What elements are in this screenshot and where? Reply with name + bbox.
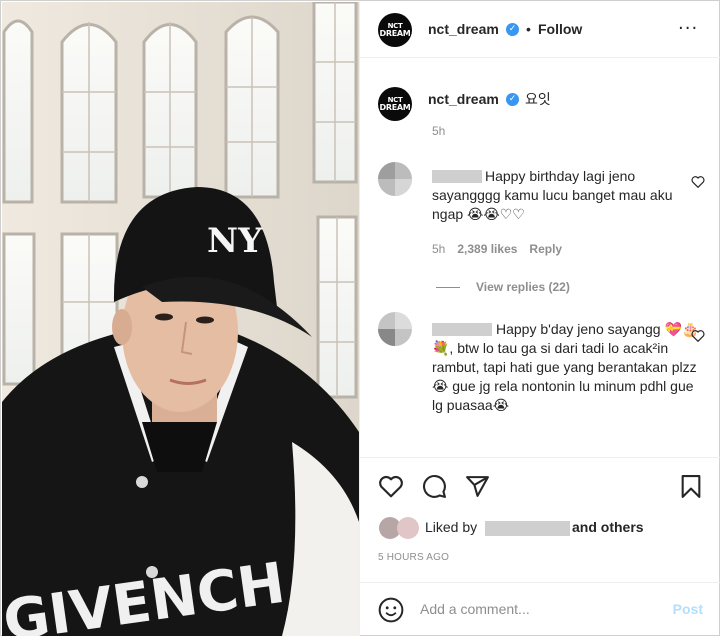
and-others-link[interactable]: and others (572, 519, 644, 535)
bookmark-icon[interactable] (680, 474, 702, 499)
comment-meta: 5h 2,389 likes Reply (432, 242, 562, 256)
post-actions (360, 457, 720, 517)
liked-by-label: Liked by (425, 519, 478, 535)
like-heart-icon[interactable] (378, 474, 404, 498)
caption-username[interactable]: nct_dream (428, 91, 499, 107)
comment-text: Happy b'day jeno sayangg 💝🎂💐, btw lo tau… (432, 321, 700, 413)
instagram-post-window: NY GIVENCH NCT DREAM nct_dream ✓ • Follo… (0, 0, 720, 636)
blurred-avatar-image (378, 162, 412, 196)
comment-avatar[interactable] (378, 312, 412, 346)
comment-like-heart-icon[interactable] (691, 329, 705, 342)
post-photo[interactable]: NY GIVENCH (2, 2, 359, 636)
header-username[interactable]: nct_dream (428, 21, 499, 37)
liked-by-username-blurred[interactable] (485, 521, 570, 536)
photo-illustration: NY GIVENCH (2, 2, 359, 636)
comment-text: Happy birthday lagi jeno sayangggg kamu … (432, 168, 673, 222)
caption-time[interactable]: 5h (432, 124, 445, 138)
comment-icon[interactable] (422, 474, 447, 499)
verified-badge-icon: ✓ (506, 23, 519, 36)
profile-avatar[interactable]: NCT DREAM (378, 13, 412, 47)
liked-by-avatars[interactable] (378, 516, 420, 540)
comment-likes[interactable]: 2,389 likes (457, 242, 517, 256)
verified-badge-icon: ✓ (506, 93, 519, 106)
caption-text: 요잇 (525, 92, 551, 108)
reply-button[interactable]: Reply (529, 242, 562, 256)
more-options-icon[interactable]: ··· (678, 18, 698, 39)
add-comment-bar: Add a comment... Post (360, 582, 720, 636)
post-comment-button[interactable]: Post (673, 601, 703, 617)
post-header: NCT DREAM nct_dream ✓ • Follow ··· (360, 2, 720, 58)
blurred-avatar-image (378, 312, 412, 346)
comment-time[interactable]: 5h (432, 242, 445, 256)
add-comment-input[interactable]: Add a comment... (420, 601, 530, 617)
comment-like-heart-icon[interactable] (691, 175, 705, 188)
svg-text:NY: NY (207, 221, 263, 261)
caption-avatar[interactable]: NCT DREAM (378, 87, 412, 121)
view-replies-button[interactable]: View replies (22) (436, 280, 570, 294)
emoji-icon[interactable] (378, 597, 404, 623)
share-icon[interactable] (465, 474, 490, 499)
follow-button[interactable]: Follow (538, 21, 582, 37)
replies-line (436, 286, 460, 288)
comment-avatar[interactable] (378, 162, 412, 196)
post-detail-panel: NCT DREAM nct_dream ✓ • Follow ··· NCT D… (359, 2, 720, 636)
separator-dot: • (526, 21, 531, 37)
post-timestamp[interactable]: 5 HOURS AGO (378, 552, 449, 563)
view-replies-label: View replies (22) (476, 280, 570, 294)
